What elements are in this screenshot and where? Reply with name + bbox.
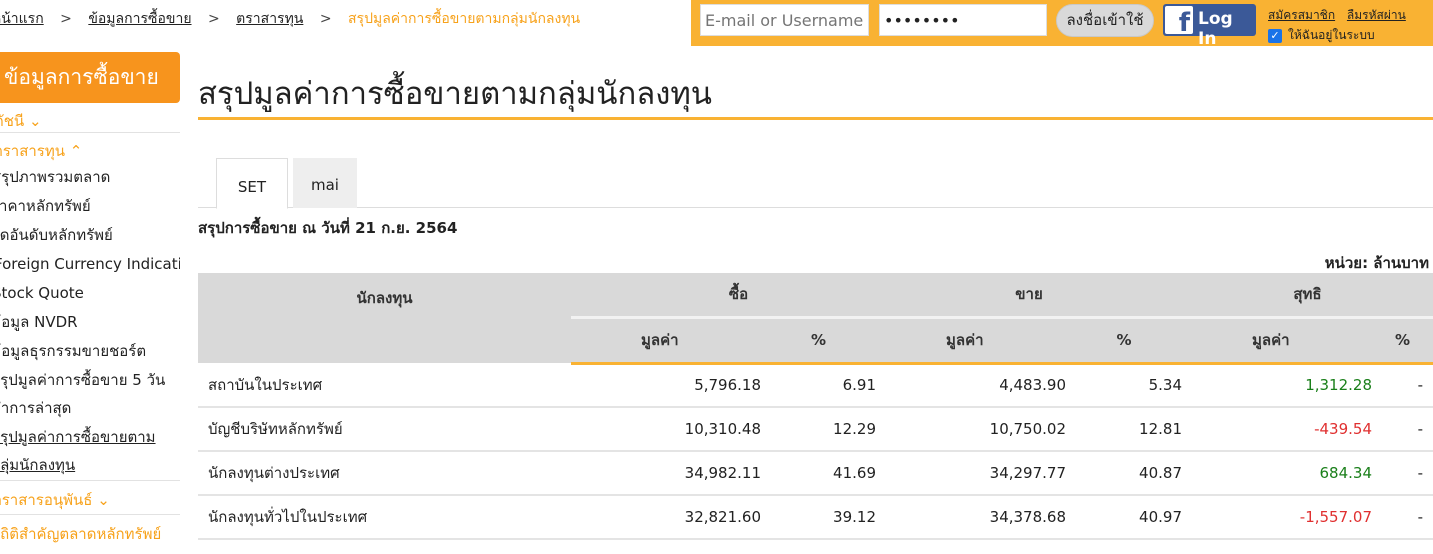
tab-set[interactable]: SET [216, 158, 288, 209]
table-row: บัญชีบริษัทหลักทรัพย์ 10,310.48 12.29 10… [198, 407, 1433, 452]
password-input[interactable] [879, 4, 1047, 36]
sidebar-item-short-sales[interactable]: ข้อมูลธุรกรรมขายชอร์ต [0, 337, 180, 366]
header-buy-value: มูลค่า [571, 316, 761, 365]
buy-value: 32,821.60 [571, 495, 761, 540]
header-sell-value: มูลค่า [876, 316, 1066, 365]
net-value: -1,557.07 [1182, 495, 1372, 540]
market-tabs: SET mai [198, 158, 1433, 209]
table-row: นักลงทุนทั่วไปในประเทศ 32,821.60 39.12 3… [198, 495, 1433, 540]
net-pct: - [1372, 495, 1433, 540]
sell-value: 4,483.90 [876, 363, 1066, 408]
investor-name: สถาบันในประเทศ [198, 363, 571, 408]
net-pct: - [1372, 451, 1433, 496]
breadcrumb-trading-info-link[interactable]: ข้อมูลการซื้อขาย [88, 11, 191, 27]
sidebar-item-stock-price[interactable]: ราคาหลักทรัพย์ [0, 192, 180, 221]
summary-date: สรุปการซื้อขาย ณ วันที่ 21 ก.ย. 2564 [198, 219, 458, 237]
net-value: -439.54 [1182, 407, 1372, 452]
sidebar-item-market-summary[interactable]: สรุปภาพรวมตลาด [0, 163, 180, 192]
remember-me-checkbox[interactable]: ✓ [1268, 28, 1282, 43]
sidebar-category-key-stats[interactable]: สถิติสำคัญตลาดหลักทรัพย์ [0, 514, 180, 548]
table-row: นักลงทุนต่างประเทศ 34,982.11 41.69 34,29… [198, 451, 1433, 496]
breadcrumb-equity-link[interactable]: ตราสารทุน [236, 11, 303, 27]
sell-value: 34,297.77 [876, 451, 1066, 496]
table-row: สถาบันในประเทศ 5,796.18 6.91 4,483.90 5.… [198, 363, 1433, 408]
breadcrumb: หน้าแรก > ข้อมูลการซื้อขาย > ตราสารทุน >… [0, 8, 580, 30]
header-sell: ขาย [876, 273, 1182, 318]
sidebar-item-investor-type[interactable]: สรุปมูลค่าการซื้อขายตามกลุ่มนักลงทุน [0, 423, 180, 480]
sidebar-category-label: ตราสารทุน [0, 142, 65, 160]
sidebar-category-index[interactable]: ดัชนี ⌄ [0, 103, 180, 133]
net-pct: - [1372, 407, 1433, 452]
remember-me[interactable]: ✓ ให้ฉันอยู่ในระบบ [1268, 26, 1375, 45]
header-net-pct: % [1372, 316, 1433, 365]
member-links: สมัครสมาชิก ลืมรหัสผ่าน [1268, 6, 1414, 25]
buy-value: 10,310.48 [571, 407, 761, 452]
header-buy: ซื้อ [571, 273, 876, 318]
sell-value: 10,750.02 [876, 407, 1066, 452]
facebook-icon: f [1165, 6, 1193, 37]
sell-pct: 40.97 [1066, 495, 1182, 540]
remember-me-label: ให้ฉันอยู่ในระบบ [1288, 28, 1375, 42]
chevron-down-icon: ⌄ [28, 112, 42, 130]
buy-pct: 6.91 [761, 363, 876, 408]
breadcrumb-separator: > [319, 11, 332, 27]
chevron-up-icon: ⌃ [69, 142, 83, 160]
register-link[interactable]: สมัครสมาชิก [1268, 8, 1335, 22]
header-investor: นักลงทุน [198, 273, 571, 363]
login-bar: ลงชื่อเข้าใช้ f Log In สมัครสมาชิก ลืมรห… [691, 0, 1433, 49]
sidebar-item-foreign-currency[interactable]: Foreign Currency Indicative [0, 250, 180, 279]
buy-pct: 12.29 [761, 407, 876, 452]
buy-pct: 39.12 [761, 495, 876, 540]
forgot-password-link[interactable]: ลืมรหัสผ่าน [1347, 8, 1406, 22]
buy-value: 34,982.11 [571, 451, 761, 496]
title-divider [198, 117, 1433, 120]
net-value: 1,312.28 [1182, 363, 1372, 408]
sidebar-category-derivatives[interactable]: ตราสารอนุพันธ์ ⌄ [0, 480, 180, 514]
facebook-login-button[interactable]: f Log In [1163, 4, 1256, 49]
unit-label: หน่วย: ล้านบาท [1324, 254, 1429, 272]
sell-value: 34,378.68 [876, 495, 1066, 540]
tab-mai[interactable]: mai [293, 158, 357, 208]
sidebar-category-equity[interactable]: ตราสารทุน ⌃ [0, 133, 180, 163]
breadcrumb-separator: > [60, 11, 72, 27]
sidebar-item-5day-summary[interactable]: สรุปมูลค่าการซื้อขาย 5 วันทำการล่าสุด [0, 366, 180, 423]
sidebar-title: ข้อมูลการซื้อขาย [0, 52, 180, 103]
sell-pct: 40.87 [1066, 451, 1182, 496]
username-input[interactable] [700, 4, 869, 36]
breadcrumb-separator: > [207, 11, 220, 27]
sidebar-item-stock-ranking[interactable]: จัดอันดับหลักทรัพย์ [0, 221, 180, 250]
sell-pct: 5.34 [1066, 363, 1182, 408]
sidebar-category-label: ตราสารอนุพันธ์ [0, 491, 93, 509]
page-title: สรุปมูลค่าการซื้อขายตามกลุ่มนักลงทุน [198, 76, 712, 112]
breadcrumb-current: สรุปมูลค่าการซื้อขายตามกลุ่มนักลงทุน [348, 11, 581, 27]
header-sell-pct: % [1066, 316, 1182, 365]
login-button[interactable]: ลงชื่อเข้าใช้ [1056, 4, 1154, 37]
facebook-login-label: Log In [1198, 9, 1233, 49]
buy-pct: 41.69 [761, 451, 876, 496]
sidebar-item-stock-quote[interactable]: Stock Quote [0, 279, 180, 308]
chevron-down-icon: ⌄ [97, 491, 110, 509]
buy-value: 5,796.18 [571, 363, 761, 408]
header-net: สุทธิ [1182, 273, 1433, 318]
investor-name: นักลงทุนทั่วไปในประเทศ [198, 495, 571, 540]
sidebar-item-nvdr[interactable]: ข้อมูล NVDR [0, 308, 180, 337]
header-buy-pct: % [761, 316, 876, 365]
net-pct: - [1372, 363, 1433, 408]
breadcrumb-home-link[interactable]: หน้าแรก [0, 11, 44, 27]
investor-name: บัญชีบริษัทหลักทรัพย์ [198, 407, 571, 452]
investor-name: นักลงทุนต่างประเทศ [198, 451, 571, 496]
sidebar: ข้อมูลการซื้อขาย ดัชนี ⌄ ตราสารทุน ⌃ สรุ… [0, 52, 180, 548]
header-net-value: มูลค่า [1182, 316, 1372, 365]
sell-pct: 12.81 [1066, 407, 1182, 452]
net-value: 684.34 [1182, 451, 1372, 496]
sidebar-category-label: ดัชนี [0, 112, 25, 130]
investor-trading-table: นักลงทุน ซื้อ ขาย สุทธิ มูลค่า % มูลค่า … [198, 273, 1433, 540]
